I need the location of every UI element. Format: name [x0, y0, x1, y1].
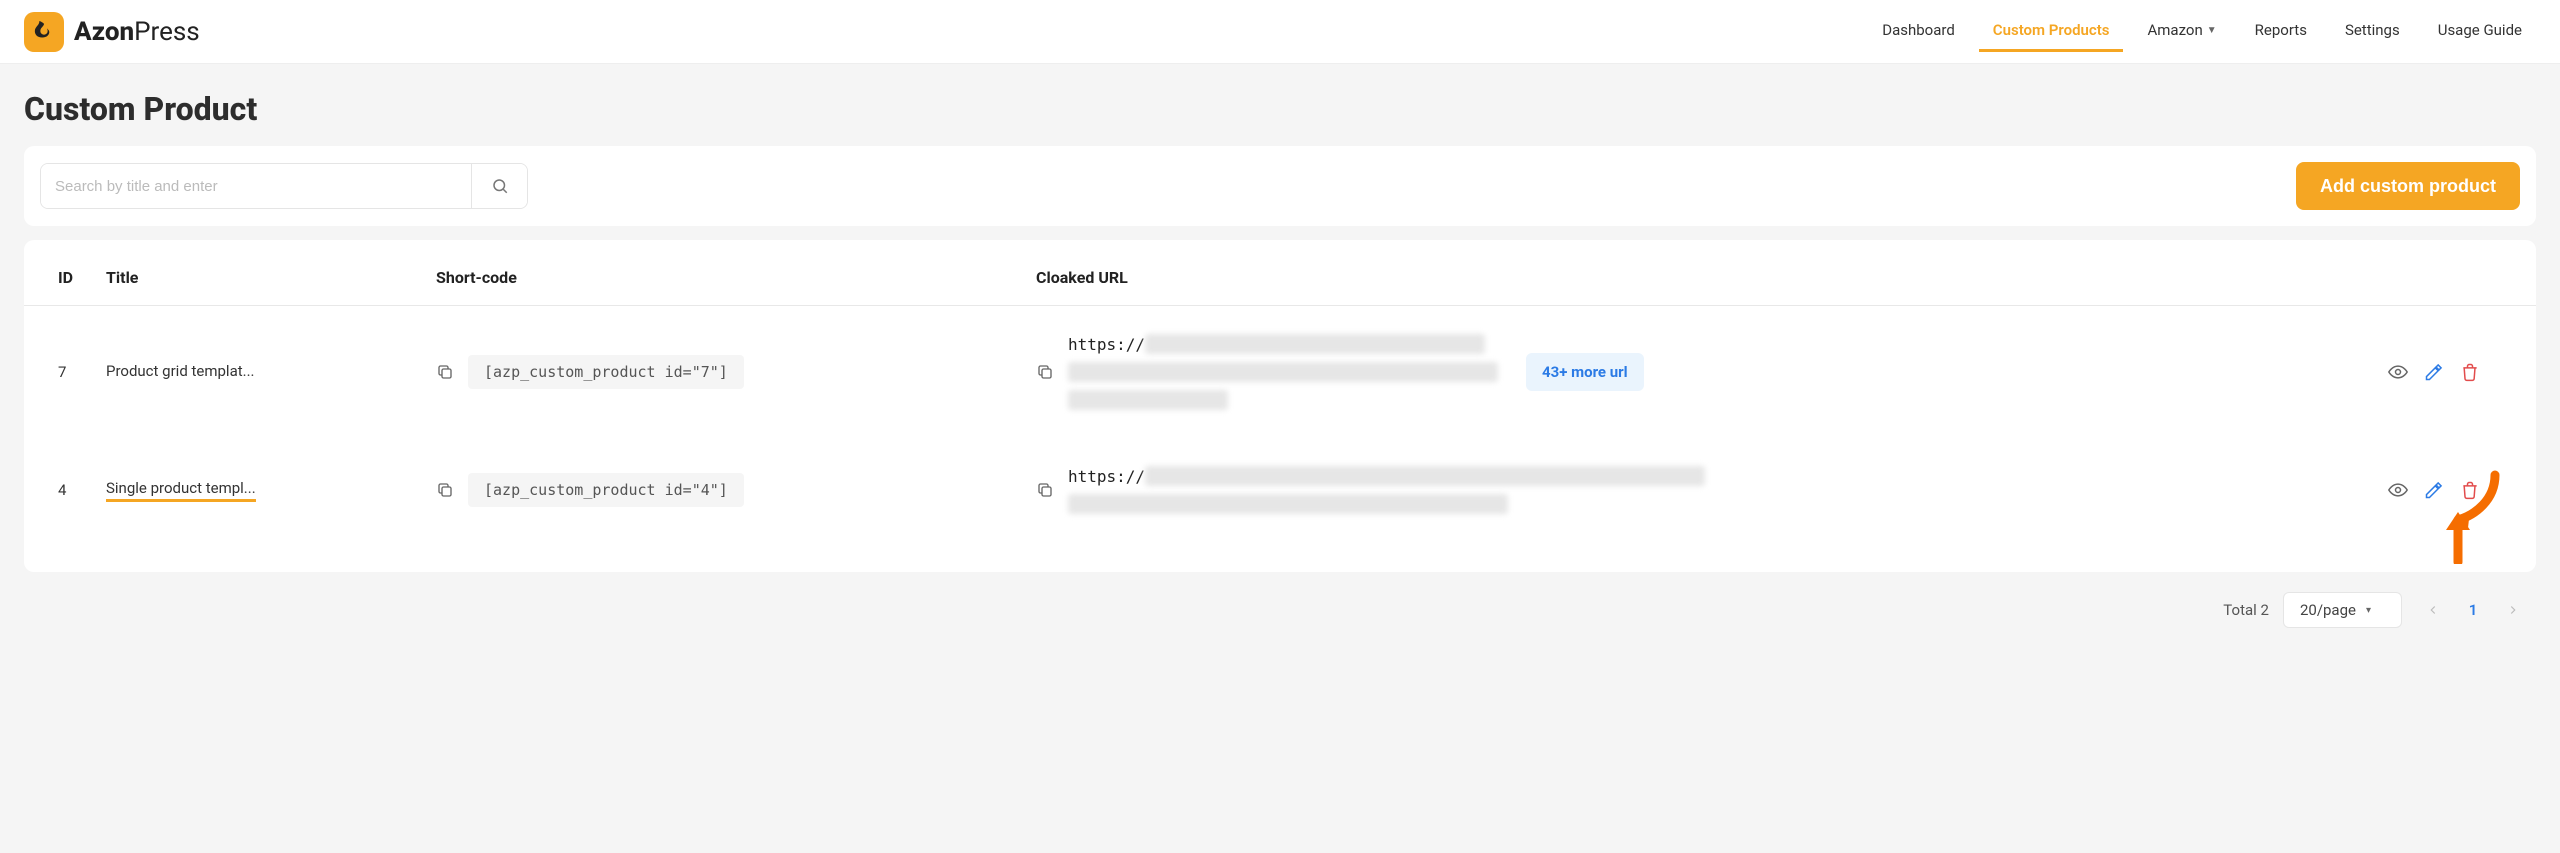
toolbar: Add custom product: [24, 146, 2536, 226]
product-title[interactable]: Single product templ...: [106, 479, 256, 502]
redacted-url: [1068, 362, 1498, 382]
chevron-down-icon: ▼: [2207, 25, 2217, 36]
nav-usage-guide[interactable]: Usage Guide: [2424, 11, 2536, 52]
eye-icon: [2388, 362, 2408, 382]
url-lines: https://: [1068, 334, 1498, 410]
cell-shortcode: [azp_custom_product id="4"]: [436, 473, 1012, 507]
cell-url: https:// 43+ more url: [1036, 334, 2364, 410]
top-nav: Dashboard Custom Products Amazon ▼ Repor…: [1868, 11, 2536, 52]
cell-url: https://: [1036, 466, 2364, 514]
products-table: ID Title Short-code Cloaked URL 7 Produc…: [24, 240, 2536, 572]
row-actions: [2388, 480, 2524, 500]
flame-icon: [33, 21, 55, 43]
header-title: Title: [94, 250, 424, 306]
chevron-left-icon: [2426, 603, 2440, 617]
delete-button[interactable]: [2460, 362, 2480, 382]
copy-icon[interactable]: [436, 481, 454, 499]
header: AzonPress Dashboard Custom Products Amaz…: [0, 0, 2560, 64]
edit-button[interactable]: [2424, 362, 2444, 382]
add-custom-product-button[interactable]: Add custom product: [2296, 162, 2520, 210]
shortcode-value[interactable]: [azp_custom_product id="7"]: [468, 355, 744, 389]
cell-id: 7: [24, 306, 94, 439]
eye-icon: [2388, 480, 2408, 500]
delete-button[interactable]: [2460, 480, 2480, 500]
prev-page-button[interactable]: [2416, 593, 2450, 627]
url-prefix: https://: [1068, 335, 1145, 354]
more-url-badge[interactable]: 43+ more url: [1526, 353, 1644, 391]
header-shortcode: Short-code: [424, 250, 1024, 306]
copy-icon[interactable]: [436, 363, 454, 381]
table-row: 4 Single product templ... [azp_custom_pr…: [24, 438, 2536, 542]
page-size-select[interactable]: 20/page ▾: [2283, 592, 2402, 628]
page-size-label: 20/page: [2300, 601, 2356, 619]
product-title[interactable]: Product grid templat...: [106, 362, 255, 382]
chevron-down-icon: ▾: [2366, 605, 2371, 616]
nav-dashboard[interactable]: Dashboard: [1868, 11, 1969, 52]
pencil-icon: [2424, 362, 2444, 382]
edit-button[interactable]: [2424, 480, 2444, 500]
annotation-arrow-icon: [2440, 470, 2500, 530]
logo-text: AzonPress: [74, 17, 200, 47]
cell-shortcode: [azp_custom_product id="7"]: [436, 355, 1012, 389]
url-lines: https://: [1068, 466, 1705, 514]
table-row: 7 Product grid templat... [azp_custom_pr…: [24, 306, 2536, 439]
annotation-arrow-icon: [2440, 508, 2476, 564]
search-button[interactable]: [471, 164, 527, 208]
pagination-bar: Total 2 20/page ▾ 1: [0, 572, 2560, 668]
nav-settings[interactable]: Settings: [2331, 11, 2414, 52]
cell-id: 4: [24, 438, 94, 542]
logo-badge: [24, 12, 64, 52]
pencil-icon: [2424, 480, 2444, 500]
page-number[interactable]: 1: [2456, 593, 2490, 627]
row-actions: [2388, 362, 2524, 382]
redacted-url: [1145, 466, 1705, 486]
trash-icon: [2460, 480, 2480, 500]
header-cloaked-url: Cloaked URL: [1024, 250, 2376, 306]
search-icon: [491, 177, 509, 195]
view-button[interactable]: [2388, 362, 2408, 382]
trash-icon: [2460, 362, 2480, 382]
page-title: Custom Product: [0, 64, 2560, 146]
redacted-url: [1145, 334, 1485, 354]
redacted-url: [1068, 494, 1508, 514]
url-prefix: https://: [1068, 467, 1145, 486]
logo[interactable]: AzonPress: [24, 12, 200, 52]
total-count: Total 2: [2223, 601, 2269, 619]
copy-icon[interactable]: [1036, 363, 1054, 381]
pager: 1: [2416, 593, 2530, 627]
search-group: [40, 163, 528, 209]
view-button[interactable]: [2388, 480, 2408, 500]
copy-icon[interactable]: [1036, 481, 1054, 499]
header-id: ID: [24, 250, 94, 306]
nav-amazon-label: Amazon: [2147, 21, 2202, 39]
shortcode-value[interactable]: [azp_custom_product id="4"]: [468, 473, 744, 507]
cell-title: Single product templ...: [94, 438, 424, 542]
nav-custom-products[interactable]: Custom Products: [1979, 11, 2124, 52]
nav-amazon[interactable]: Amazon ▼: [2133, 11, 2230, 52]
cell-title: Product grid templat...: [94, 306, 424, 439]
table-header-row: ID Title Short-code Cloaked URL: [24, 250, 2536, 306]
redacted-url: [1068, 390, 1228, 410]
nav-reports[interactable]: Reports: [2241, 11, 2321, 52]
next-page-button[interactable]: [2496, 593, 2530, 627]
chevron-right-icon: [2506, 603, 2520, 617]
header-actions: [2376, 250, 2536, 306]
search-input[interactable]: [41, 164, 471, 208]
